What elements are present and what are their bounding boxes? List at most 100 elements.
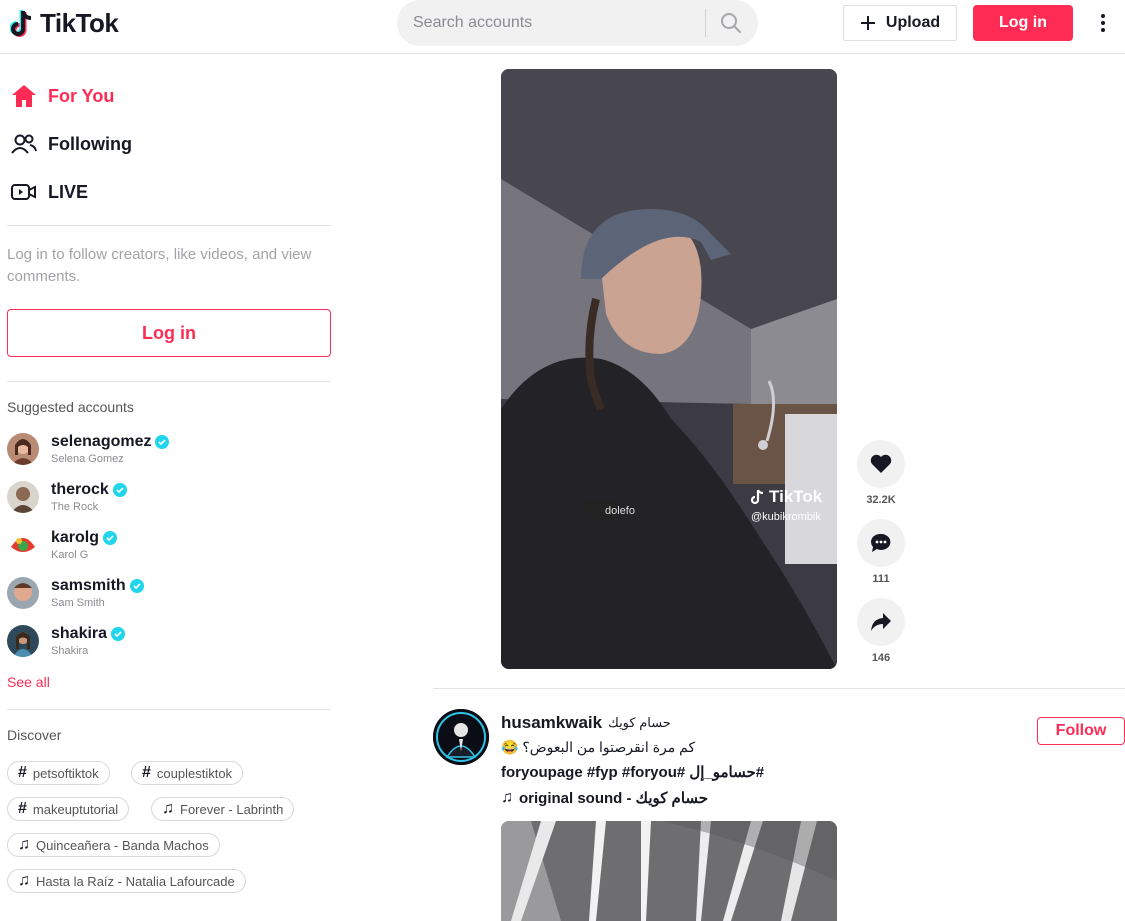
sidebar-divider — [7, 381, 331, 382]
video-frame-image: dolefo — [501, 69, 837, 669]
music-note-icon: ♫ — [501, 789, 513, 806]
live-camera-icon — [10, 178, 38, 206]
verified-badge-icon — [103, 531, 118, 545]
nav-following-label: Following — [48, 133, 132, 154]
post-author-nickname: حسام كويك — [608, 715, 671, 730]
watermark-username: @kubikrombik — [751, 511, 821, 523]
logo-text: TikTok — [40, 8, 119, 38]
hashtag-icon: # — [18, 764, 27, 781]
sidebar-divider — [7, 709, 331, 710]
upload-button[interactable]: Upload — [843, 5, 957, 41]
share-arrow-icon — [871, 613, 891, 631]
discover-tag-makeuptutorial[interactable]: # makeuptutorial — [7, 797, 130, 821]
search-icon — [721, 13, 741, 33]
video-player[interactable]: dolefo TikTok @kubikrombik — [501, 69, 837, 669]
share-button[interactable] — [857, 598, 905, 646]
account-username: samsmith — [51, 577, 126, 594]
avatar — [7, 625, 39, 657]
share-action[interactable]: 146 — [857, 598, 905, 664]
post-author-username[interactable]: husamkwaik — [501, 713, 602, 733]
video-player[interactable] — [501, 821, 837, 921]
verified-badge-icon — [155, 435, 170, 449]
sidebar: For You Following LIVE Log in to follow … — [0, 54, 340, 906]
like-button[interactable] — [857, 440, 905, 488]
tiktok-note-icon — [10, 9, 32, 37]
comment-count: 111 — [872, 573, 890, 585]
search-bar — [397, 0, 758, 46]
post-sound-label: original sound - حسام كويك — [519, 790, 709, 807]
verified-badge-icon — [112, 483, 127, 497]
account-username: therock — [51, 481, 109, 498]
discover-music-quinceanera[interactable]: ♫ Quinceañera - Banda Machos — [7, 833, 220, 857]
top-header: TikTok Upload Log in — [0, 0, 1125, 54]
post-caption: كم مرة انقرصتوا من البعوض؟ 😂 — [501, 739, 696, 755]
hashtag-icon: # — [18, 800, 27, 817]
verified-badge-icon — [111, 627, 126, 641]
suggested-account-karolg[interactable]: karolg Karol G — [7, 525, 118, 565]
hashtag-icon: # — [142, 764, 151, 781]
login-prompt-text: Log in to follow creators, like videos, … — [7, 246, 312, 285]
account-display-name: Shakira — [51, 645, 89, 657]
heart-icon — [870, 454, 892, 473]
music-note-icon: ♫ — [18, 836, 30, 853]
search-input[interactable] — [397, 14, 697, 32]
discover-tag-label: Hasta la Raíz - Natalia Lafourcade — [36, 873, 235, 889]
discover-tag-label: Quinceañera - Banda Machos — [36, 837, 209, 853]
avatar — [7, 433, 39, 465]
feed-divider — [433, 688, 1125, 689]
comment-button[interactable] — [857, 519, 905, 567]
avatar — [7, 577, 39, 609]
discover-tag-couplestiktok[interactable]: # couplestiktok — [131, 761, 244, 785]
watermark-logo-text: TikTok — [769, 487, 823, 506]
plus-icon — [860, 16, 875, 30]
users-icon — [10, 130, 38, 158]
follow-button[interactable]: Follow — [1037, 717, 1125, 745]
nav-live[interactable]: LIVE — [10, 177, 88, 207]
header-login-button[interactable]: Log in — [973, 5, 1073, 41]
suggested-account-therock[interactable]: therock The Rock — [7, 477, 127, 517]
avatar — [7, 529, 39, 561]
suggested-account-shakira[interactable]: shakira Shakira — [7, 621, 126, 661]
upload-label: Upload — [885, 14, 941, 31]
comment-action[interactable]: 111 — [857, 519, 905, 585]
home-icon — [10, 82, 38, 110]
share-count: 146 — [871, 652, 891, 664]
account-display-name: The Rock — [51, 501, 99, 513]
discover-tag-label: petsoftiktok — [32, 765, 99, 781]
svg-text:dolefo: dolefo — [605, 505, 635, 517]
nav-for-you-label: For You — [48, 85, 115, 106]
discover-tag-label: couplestiktok — [156, 765, 233, 781]
discover-tag-petsoftiktok[interactable]: # petsoftiktok — [7, 761, 110, 785]
discover-tag-label: makeuptutorial — [32, 801, 119, 817]
post-sound-link[interactable]: ♫ original sound - حسام كويك — [501, 789, 708, 807]
tiktok-note-icon — [751, 489, 764, 505]
tiktok-logo[interactable]: TikTok — [10, 8, 119, 39]
account-username: shakira — [51, 625, 108, 642]
discover-title: Discover — [7, 727, 62, 743]
verified-badge-icon — [129, 579, 144, 593]
sidebar-login-button[interactable]: Log in — [7, 309, 331, 357]
more-options-icon[interactable] — [1091, 10, 1115, 36]
account-display-name: Karol G — [51, 549, 89, 561]
discover-music-hasta-la-raiz[interactable]: ♫ Hasta la Raíz - Natalia Lafourcade — [7, 869, 246, 893]
sidebar-divider — [7, 225, 331, 226]
nav-live-label: LIVE — [48, 181, 89, 202]
suggested-account-selenagomez[interactable]: selenagomez Selena Gomez — [7, 429, 170, 469]
account-username: karolg — [51, 529, 100, 546]
discover-music-forever[interactable]: ♫ Forever - Labrinth — [151, 797, 295, 821]
post-author-header[interactable]: husamkwaik حسام كويك — [501, 713, 671, 733]
music-note-icon: ♫ — [162, 800, 174, 817]
comment-icon — [870, 533, 891, 552]
suggested-account-samsmith[interactable]: samsmith Sam Smith — [7, 573, 144, 613]
search-button[interactable] — [706, 0, 756, 46]
account-display-name: Sam Smith — [51, 597, 105, 609]
like-count: 32.2K — [866, 494, 896, 506]
avatar — [7, 481, 39, 513]
post-author-avatar[interactable] — [433, 709, 489, 765]
see-all-link[interactable]: See all — [7, 674, 50, 690]
post-hashtags[interactable]: #حسامو_إل #foryoupage #fyp #foryou — [501, 763, 764, 781]
suggested-accounts-title: Suggested accounts — [7, 399, 134, 415]
like-action[interactable]: 32.2K — [857, 440, 905, 506]
nav-following[interactable]: Following — [10, 129, 132, 159]
nav-for-you[interactable]: For You — [10, 81, 114, 111]
